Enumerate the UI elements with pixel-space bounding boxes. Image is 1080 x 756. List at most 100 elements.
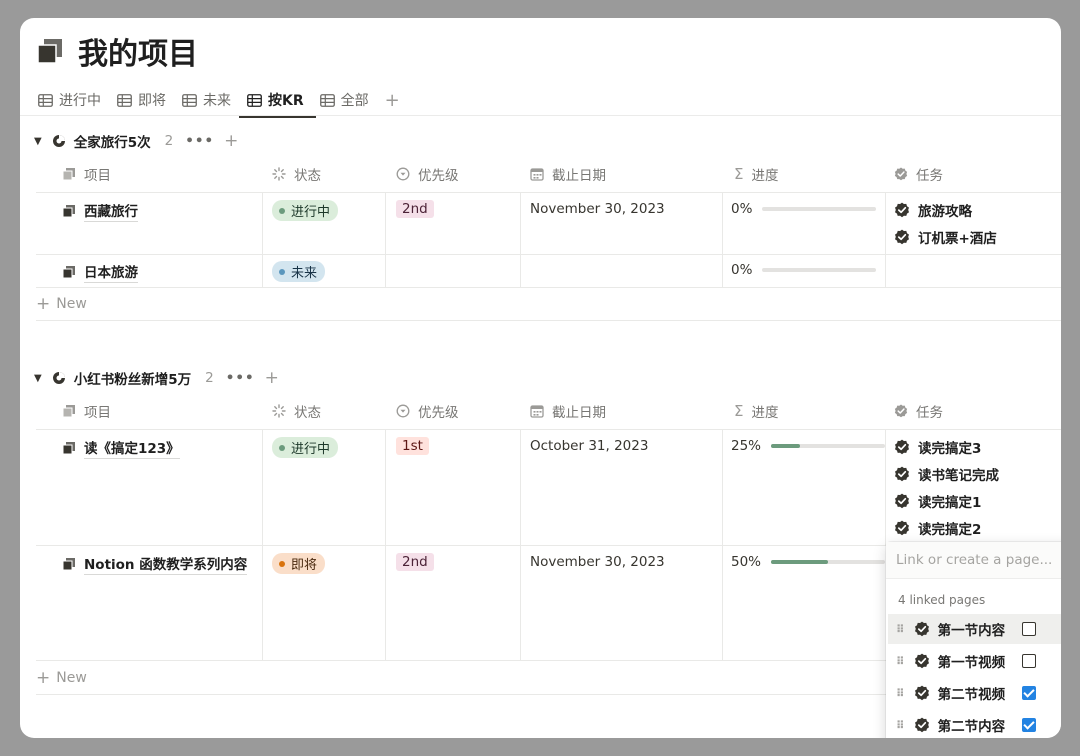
column-header-priority[interactable]: 优先级 xyxy=(396,393,459,429)
collapse-toggle-icon[interactable]: ▼ xyxy=(34,373,42,384)
tasks-cell[interactable]: 读完搞定3 读书笔记完成 读完搞定1 读完搞定2 xyxy=(894,433,999,541)
tab-future[interactable]: 未来 xyxy=(180,85,237,115)
more-options-button[interactable]: ••• xyxy=(185,133,214,149)
drag-handle-icon[interactable]: ⠿ xyxy=(896,623,905,636)
column-header-progress[interactable]: Σ 进度 xyxy=(734,393,778,429)
group-count: 2 xyxy=(205,370,214,386)
table-row-name[interactable]: 读《搞定123》 xyxy=(62,437,180,459)
row-divider xyxy=(36,192,1061,193)
more-options-button[interactable]: ••• xyxy=(226,370,255,386)
page-checkbox[interactable] xyxy=(1022,622,1036,636)
priority-cell[interactable]: 1st xyxy=(396,437,429,455)
linked-page-item[interactable]: ⠿ 第一节视频 xyxy=(888,646,1061,676)
status-dot xyxy=(279,207,285,214)
table-row-name[interactable]: 日本旅游 xyxy=(62,261,138,283)
table-row-name[interactable]: Notion 函数教学系列内容 xyxy=(62,553,248,575)
column-header-name[interactable]: 项目 xyxy=(62,393,111,429)
verified-check-icon xyxy=(894,466,910,482)
page-checkbox[interactable] xyxy=(1022,718,1036,732)
task-item[interactable]: 旅游攻略 xyxy=(894,196,997,223)
task-label: 订机票+酒店 xyxy=(918,230,997,247)
priority-cell[interactable]: 2nd xyxy=(396,200,434,218)
column-header-label: 状态 xyxy=(294,168,321,184)
new-row-button[interactable]: + New xyxy=(36,668,87,688)
column-headers-1: 项目 状态 优先级 截止日期 Σ 进度 任务 xyxy=(20,156,1061,192)
task-item[interactable]: 读书笔记完成 xyxy=(894,460,999,487)
column-header-status[interactable]: 状态 xyxy=(272,156,321,192)
column-header-progress[interactable]: Σ 进度 xyxy=(734,156,778,192)
status-dot xyxy=(279,560,285,567)
drag-handle-icon[interactable]: ⠿ xyxy=(896,687,905,700)
tab-label: 按KR xyxy=(268,93,304,109)
column-header-due[interactable]: 截止日期 xyxy=(530,156,606,192)
progress-bar xyxy=(762,268,877,272)
status-cell[interactable]: 进行中 xyxy=(272,200,339,221)
task-item[interactable]: 读完搞定1 xyxy=(894,487,999,514)
tabs-divider xyxy=(20,115,1061,116)
column-header-label: 优先级 xyxy=(418,168,459,184)
task-item[interactable]: 订机票+酒店 xyxy=(894,223,997,250)
column-header-status[interactable]: 状态 xyxy=(272,393,321,429)
row-title: Notion 函数教学系列内容 xyxy=(84,553,248,575)
status-cell[interactable]: 进行中 xyxy=(272,437,339,458)
page-checkbox[interactable] xyxy=(1022,686,1036,700)
page-header: 我的项目 xyxy=(36,24,198,78)
status-cell[interactable]: 未来 xyxy=(272,261,326,282)
column-header-label: 截止日期 xyxy=(552,168,606,184)
linked-page-item[interactable]: ⠿ 第二节视频 xyxy=(888,678,1061,708)
column-divider xyxy=(262,429,263,660)
task-label: 读书笔记完成 xyxy=(918,467,999,484)
collapse-toggle-icon[interactable]: ▼ xyxy=(34,136,42,147)
add-view-button[interactable]: + xyxy=(385,85,400,115)
column-headers-2: 项目 状态 优先级 截止日期 Σ 进度 任务 xyxy=(20,393,1061,429)
due-date[interactable]: November 30, 2023 xyxy=(530,201,665,217)
table-row-name[interactable]: 西藏旅行 xyxy=(62,200,138,222)
drag-handle-icon[interactable]: ⠿ xyxy=(896,655,905,668)
notion-window: 我的项目 进行中 即将 未来 按KR 全部 + ▼ 全家旅行5次 2 ••• +… xyxy=(20,18,1061,738)
column-header-priority[interactable]: 优先级 xyxy=(396,156,459,192)
task-item[interactable]: 读完搞定3 xyxy=(894,433,999,460)
progress-cell: 0% xyxy=(731,262,877,278)
row-title: 日本旅游 xyxy=(84,261,138,283)
tab-upcoming[interactable]: 即将 xyxy=(115,85,172,115)
linked-page-item[interactable]: ⠿ 第一节内容 xyxy=(888,614,1061,644)
drag-handle-icon[interactable]: ⠿ xyxy=(896,719,905,732)
group-header-1: ▼ 全家旅行5次 2 ••• + xyxy=(34,128,238,154)
progress-bar xyxy=(771,444,886,448)
due-date[interactable]: October 31, 2023 xyxy=(530,438,648,454)
due-date[interactable]: November 30, 2023 xyxy=(530,554,665,570)
column-header-label: 状态 xyxy=(294,405,321,421)
priority-cell[interactable]: 2nd xyxy=(396,553,434,571)
table-icon xyxy=(319,93,335,107)
column-header-tasks[interactable]: 任务 xyxy=(894,156,943,192)
progress-bar xyxy=(771,560,886,564)
column-header-label: 进度 xyxy=(751,168,779,184)
progress-cell: 0% xyxy=(731,201,877,217)
tab-by-kr[interactable]: 按KR xyxy=(239,85,316,118)
tab-all[interactable]: 全部 xyxy=(318,85,375,115)
page-checkbox[interactable] xyxy=(1022,654,1036,668)
tab-label: 未来 xyxy=(203,93,231,109)
progress-ring-icon xyxy=(52,371,66,385)
page-icon xyxy=(62,441,76,455)
tab-label: 进行中 xyxy=(59,93,101,109)
tab-in-progress[interactable]: 进行中 xyxy=(36,85,107,115)
row-divider xyxy=(36,254,1061,255)
column-header-due[interactable]: 截止日期 xyxy=(530,393,606,429)
linked-page-item[interactable]: ⠿ 第二节内容 xyxy=(888,710,1061,738)
new-row-label: New xyxy=(56,670,87,686)
column-header-name[interactable]: 项目 xyxy=(62,156,111,192)
task-item[interactable]: 读完搞定2 xyxy=(894,514,999,541)
calendar-icon xyxy=(530,167,544,181)
task-label: 旅游攻略 xyxy=(918,203,972,220)
select-circle-icon xyxy=(396,167,410,181)
row-title: 西藏旅行 xyxy=(84,200,138,222)
add-row-button[interactable]: + xyxy=(265,368,279,388)
tasks-cell[interactable]: 旅游攻略 订机票+酒店 xyxy=(894,196,997,250)
new-row-button[interactable]: + New xyxy=(36,294,87,314)
page-icon xyxy=(62,167,76,181)
add-row-button[interactable]: + xyxy=(224,131,238,151)
status-cell[interactable]: 即将 xyxy=(272,553,326,574)
column-header-tasks[interactable]: 任务 xyxy=(894,393,943,429)
link-page-search-input[interactable]: Link or create a page... xyxy=(886,542,1061,579)
